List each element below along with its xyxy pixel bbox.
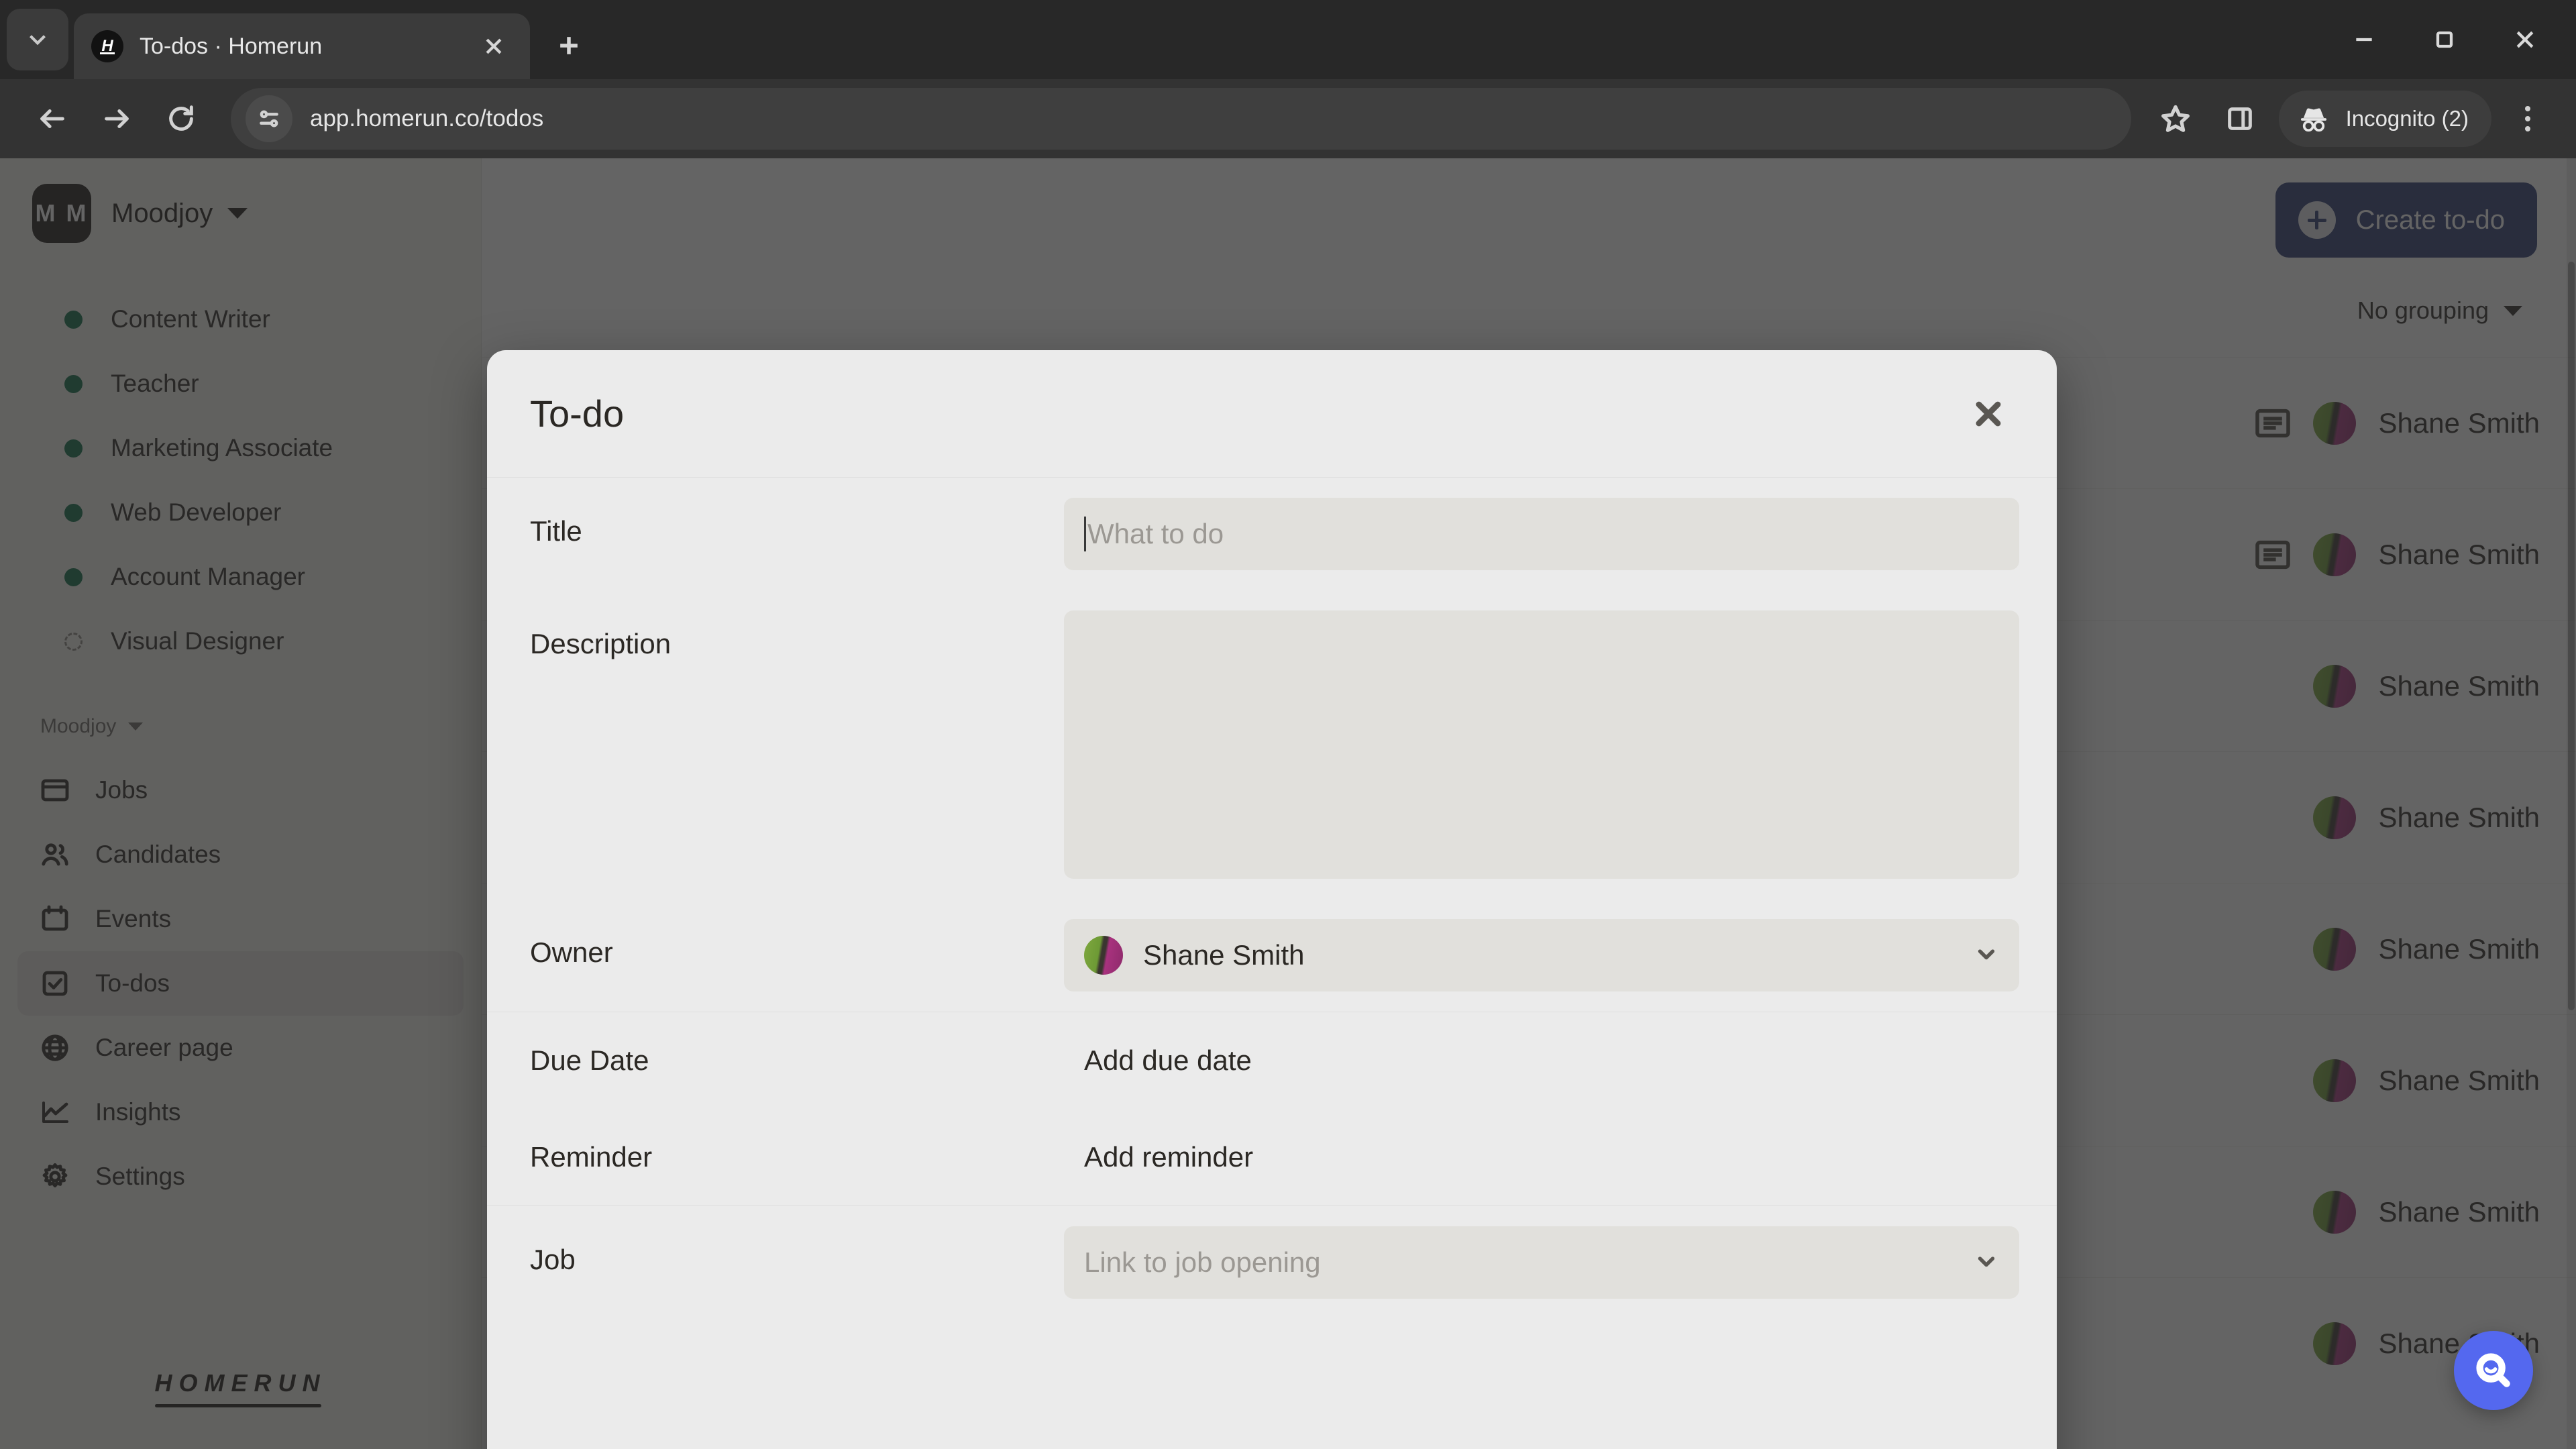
incognito-badge[interactable]: Incognito (2) — [2278, 91, 2491, 147]
url-text: app.homerun.co/todos — [310, 105, 544, 131]
field-due-date: Due Date Add due date — [530, 1012, 2019, 1109]
reminder-button[interactable]: Add reminder — [1064, 1124, 2019, 1191]
kebab-dot — [2525, 106, 2530, 111]
chevron-down-icon — [1974, 1248, 1999, 1277]
tab-strip: H To-dos · Homerun — [0, 0, 2576, 79]
modal-section-job: Job Link to job opening — [487, 1206, 2057, 1319]
incognito-label: Incognito (2) — [2345, 106, 2469, 131]
owner-value: Shane Smith — [1143, 939, 1305, 971]
due-date-button[interactable]: Add due date — [1064, 1027, 2019, 1094]
text-cursor — [1084, 517, 1086, 551]
window-controls — [2324, 0, 2576, 79]
field-label: Owner — [530, 936, 613, 968]
close-window-icon[interactable] — [2485, 0, 2565, 79]
tab-close-icon[interactable] — [475, 28, 513, 65]
tab-title: To-dos · Homerun — [140, 33, 323, 59]
title-input[interactable]: What to do — [1064, 498, 2019, 570]
modal-section-schedule: Due Date Add due date Reminder Add remin… — [487, 1012, 2057, 1206]
modal-body: Title What to do Description Owner Shane… — [487, 478, 2057, 1449]
side-panel-icon[interactable] — [2208, 87, 2272, 151]
field-label: Title — [530, 515, 582, 547]
title-placeholder: What to do — [1087, 518, 1224, 549]
job-select[interactable]: Link to job opening — [1064, 1226, 2019, 1299]
kebab-menu-icon[interactable] — [2500, 91, 2556, 147]
close-icon[interactable] — [1957, 383, 2019, 445]
back-arrow-icon[interactable] — [20, 87, 85, 151]
reload-icon[interactable] — [149, 87, 213, 151]
modal-title: To-do — [530, 392, 625, 435]
browser-window: H To-dos · Homerun app.homerun.co/todos … — [0, 0, 2576, 1449]
field-reminder: Reminder Add reminder — [530, 1109, 2019, 1205]
incognito-icon — [2300, 108, 2326, 132]
site-settings-icon[interactable] — [246, 95, 292, 142]
browser-tab[interactable]: H To-dos · Homerun — [74, 13, 530, 79]
vertical-scrollbar[interactable] — [2567, 158, 2576, 1449]
field-job: Job Link to job opening — [530, 1206, 2019, 1319]
minimize-icon[interactable] — [2324, 0, 2404, 79]
modal-section-details: Title What to do Description Owner Shane… — [487, 478, 2057, 1012]
avatar — [1084, 936, 1123, 975]
search-fab-button[interactable] — [2454, 1331, 2533, 1410]
job-placeholder: Link to job opening — [1084, 1246, 1321, 1278]
new-tab-icon[interactable] — [541, 17, 597, 74]
field-description: Description — [530, 590, 2019, 899]
field-label: Job — [530, 1244, 576, 1275]
maximize-icon[interactable] — [2404, 0, 2485, 79]
favicon-icon: H — [91, 30, 123, 62]
field-label: Reminder — [530, 1141, 653, 1173]
kebab-dot — [2525, 116, 2530, 121]
scrollbar-thumb[interactable] — [2568, 261, 2575, 1010]
favicon-underline — [100, 52, 115, 54]
field-title: Title What to do — [530, 478, 2019, 590]
page-viewport: M M Moodjoy Content Writer Teacher — [0, 158, 2576, 1449]
chevron-down-icon — [1974, 941, 1999, 970]
modal-header: To-do — [487, 350, 2057, 478]
address-bar[interactable]: app.homerun.co/todos — [231, 88, 2131, 150]
description-textarea[interactable] — [1064, 610, 2019, 879]
forward-arrow-icon[interactable] — [85, 87, 149, 151]
field-label: Description — [530, 628, 672, 659]
star-icon[interactable] — [2143, 87, 2208, 151]
field-label: Due Date — [530, 1044, 649, 1076]
kebab-dot — [2525, 126, 2530, 131]
owner-select[interactable]: Shane Smith — [1064, 919, 2019, 991]
browser-toolbar: app.homerun.co/todos Incognito (2) — [0, 79, 2576, 158]
todo-modal: To-do Title What to do Description Owner… — [487, 350, 2057, 1449]
field-owner: Owner Shane Smith — [530, 899, 2019, 1012]
search-smile-icon — [2476, 1353, 2510, 1387]
tab-search-icon[interactable] — [7, 9, 68, 70]
